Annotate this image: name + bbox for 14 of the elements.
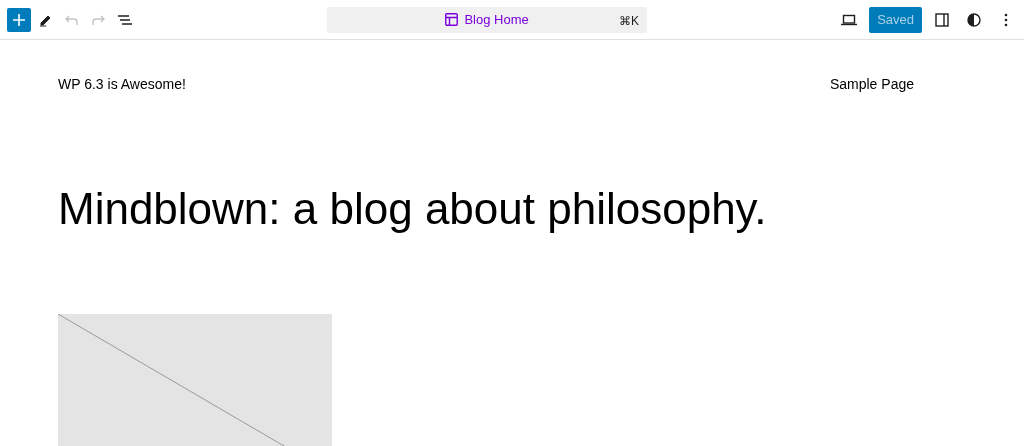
sidebar-icon (935, 12, 949, 27)
document-title: Blog Home (464, 10, 529, 29)
nav-link[interactable]: Sample Page (829, 74, 914, 95)
list-view-icon (116, 12, 133, 27)
site-title: WP 6.3 is Awesome! (58, 75, 186, 94)
laptop-icon (841, 13, 858, 26)
page-heading: Mindblown: a blog about philosophy. (58, 183, 768, 235)
command-bar[interactable]: Blog Home ⌘K (327, 6, 648, 33)
more-icon (1004, 12, 1008, 27)
shortcut-hint: ⌘K (619, 12, 640, 30)
contrast-icon (967, 12, 981, 27)
add-icon (11, 12, 26, 27)
template-icon (445, 13, 459, 26)
add-button[interactable] (6, 7, 31, 32)
